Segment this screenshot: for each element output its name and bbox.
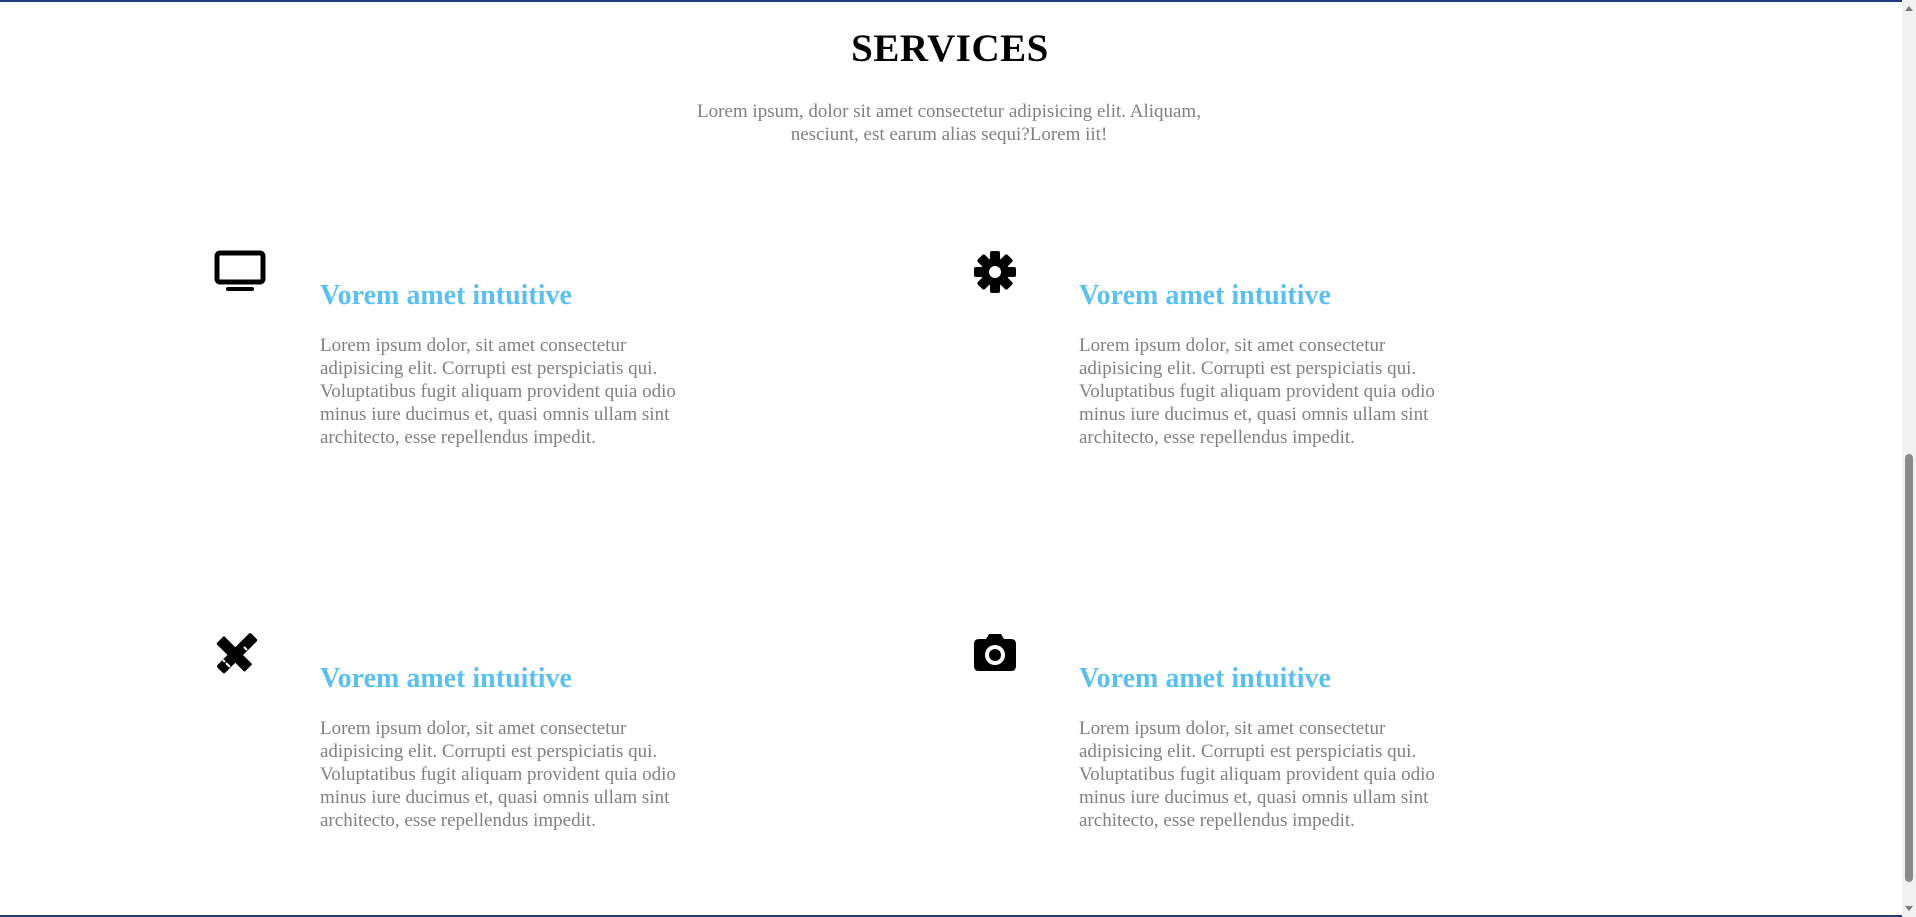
service-description: Lorem ipsum dolor, sit amet consectetur … bbox=[320, 718, 676, 831]
service-title: Vorem amet intuitive bbox=[1079, 280, 1331, 311]
section-subtitle: Lorem ipsum, dolor sit amet consectetur … bbox=[697, 101, 1201, 145]
service-title: Vorem amet intuitive bbox=[320, 280, 572, 311]
gear-icon bbox=[973, 250, 1025, 302]
top-accent-rule bbox=[0, 0, 1916, 2]
monitor-icon bbox=[214, 250, 266, 302]
service-card-settings: Vorem amet intuitive Lorem ipsum dolor, … bbox=[973, 250, 1573, 460]
service-title: Vorem amet intuitive bbox=[320, 663, 572, 694]
scrollbar-thumb[interactable] bbox=[1905, 454, 1913, 882]
service-card-design: Vorem amet intuitive Lorem ipsum dolor, … bbox=[214, 633, 814, 843]
scroll-down-arrow-icon[interactable] bbox=[1905, 906, 1913, 911]
service-description: Lorem ipsum dolor, sit amet consectetur … bbox=[1079, 718, 1435, 831]
section-title: SERVICES bbox=[851, 27, 1049, 70]
vertical-scrollbar[interactable] bbox=[1902, 0, 1916, 917]
service-description: Lorem ipsum dolor, sit amet consectetur … bbox=[1079, 335, 1435, 448]
service-card-monitor: Vorem amet intuitive Lorem ipsum dolor, … bbox=[214, 250, 814, 460]
pencil-ruler-icon bbox=[214, 633, 266, 685]
scroll-up-arrow-icon[interactable] bbox=[1905, 6, 1913, 11]
camera-icon bbox=[973, 633, 1025, 685]
service-card-photography: Vorem amet intuitive Lorem ipsum dolor, … bbox=[973, 633, 1573, 843]
service-description: Lorem ipsum dolor, sit amet consectetur … bbox=[320, 335, 676, 448]
service-title: Vorem amet intuitive bbox=[1079, 663, 1331, 694]
